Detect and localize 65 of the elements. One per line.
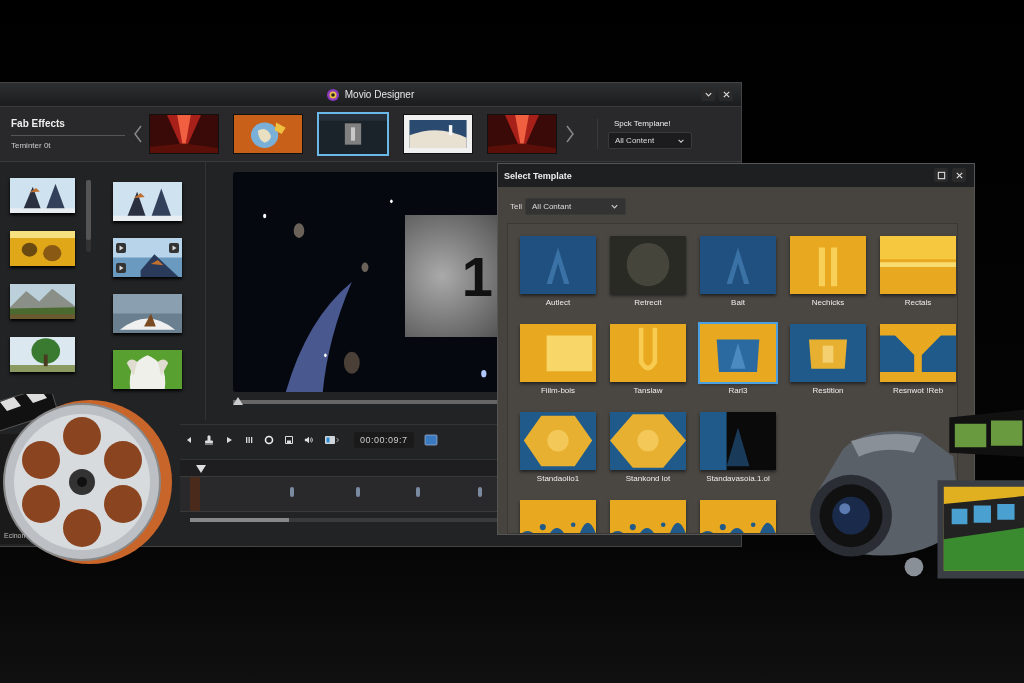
template-tile[interactable]: Restition <box>790 324 866 402</box>
play-icon[interactable] <box>116 263 126 273</box>
fullscreen-icon[interactable] <box>423 434 438 446</box>
clip-marker <box>190 477 200 511</box>
template-tile[interactable]: Rarl3 <box>700 324 776 402</box>
template-tile[interactable]: Standavasoia.1.ol <box>700 412 776 490</box>
panel-subtitle: Teminter 0t <box>11 140 52 150</box>
template-tile[interactable]: Autlect <box>520 236 596 314</box>
filter-label: Tell <box>510 202 522 211</box>
play-icon[interactable] <box>224 435 234 445</box>
timecode: 00:00:09:7 <box>354 432 414 448</box>
close-icon <box>954 170 964 180</box>
save-icon[interactable] <box>284 435 294 445</box>
media-thumbnail[interactable] <box>10 178 75 213</box>
maximize-button[interactable] <box>934 168 948 182</box>
playhead-icon[interactable] <box>196 465 206 473</box>
window-title: Movio Designer <box>344 89 415 100</box>
clip-marker <box>416 487 420 497</box>
effect-thumbnail[interactable] <box>233 114 303 154</box>
effect-thumbnail[interactable] <box>317 112 389 156</box>
marker-icon[interactable] <box>204 435 214 445</box>
effect-thumbnail[interactable] <box>487 114 557 154</box>
media-thumbnail[interactable] <box>113 182 182 221</box>
display-icon[interactable] <box>324 435 340 445</box>
clip-marker <box>478 487 482 497</box>
content-dropdown[interactable]: All Content <box>608 132 692 149</box>
template-tile[interactable]: Standaolio1 <box>520 412 596 490</box>
chevron-down-icon <box>610 202 619 211</box>
effect-thumbnail[interactable] <box>149 114 219 154</box>
chevron-right-icon[interactable] <box>565 124 575 144</box>
play-icon[interactable] <box>169 243 179 253</box>
filter-dropdown[interactable]: All Contant <box>525 198 626 215</box>
clip-marker <box>290 487 294 497</box>
template-tile[interactable]: Bait <box>700 236 776 314</box>
template-tile[interactable]: Fiilm-bois <box>520 324 596 402</box>
title-number: 1 <box>461 243 494 309</box>
scrub-handle[interactable] <box>233 397 243 405</box>
record-icon[interactable] <box>264 435 274 445</box>
template-tile[interactable]: Nechicks <box>790 236 866 314</box>
close-button[interactable] <box>952 168 966 182</box>
panel-title: Fab Effects <box>11 118 125 136</box>
maximize-icon <box>936 170 946 180</box>
media-thumbnail[interactable] <box>113 294 182 333</box>
scrollbar[interactable] <box>86 180 91 252</box>
clip-marker <box>356 487 360 497</box>
template-tile[interactable]: Resnwot !Reb <box>880 324 956 402</box>
media-thumbnail[interactable] <box>10 337 75 372</box>
pause-icon[interactable] <box>244 435 254 445</box>
scrub-track[interactable] <box>233 400 497 404</box>
dialog-title: Select Template <box>503 170 572 181</box>
template-tile[interactable]: Tanslaw <box>610 324 686 402</box>
volume-icon[interactable] <box>304 435 314 445</box>
template-tile[interactable]: Rectals <box>880 236 956 314</box>
template-tile[interactable]: Stankond lot <box>610 412 686 490</box>
media-thumbnail[interactable] <box>113 238 182 277</box>
media-thumbnail[interactable] <box>113 350 182 389</box>
media-thumbnail[interactable] <box>10 284 75 319</box>
chevron-left-icon[interactable] <box>133 124 143 144</box>
logo-icon <box>326 88 339 101</box>
close-icon <box>721 89 731 99</box>
effect-thumbnail[interactable] <box>403 114 473 154</box>
template-label: Spck Templane! <box>613 119 672 128</box>
template-tile[interactable]: Retrecit <box>610 236 686 314</box>
play-icon[interactable] <box>116 243 126 253</box>
media-thumbnail[interactable] <box>10 231 75 266</box>
